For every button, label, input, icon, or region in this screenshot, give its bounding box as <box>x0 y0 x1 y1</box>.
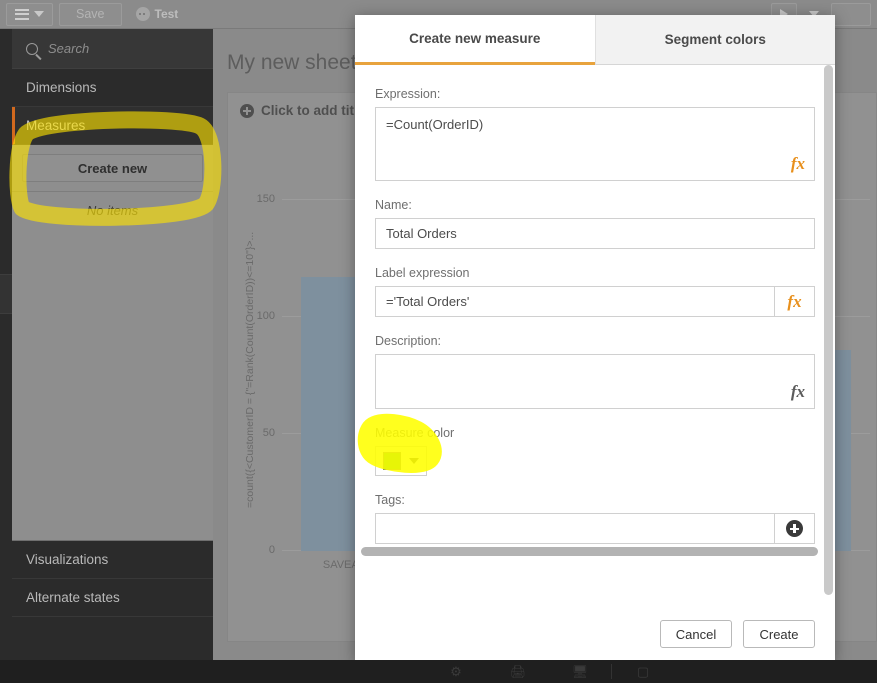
sidebar-item-visualizations[interactable]: Visualizations <box>12 541 213 579</box>
empty-list-message: No items <box>12 192 213 228</box>
printer-icon[interactable]: 🖨 <box>487 660 549 683</box>
expression-label: Expression: <box>375 87 441 101</box>
chart-title[interactable]: Click to add title <box>240 103 365 118</box>
main-menu-button[interactable] <box>6 2 53 26</box>
add-tag-button[interactable] <box>774 514 814 543</box>
chart-x-tick-label: SAVEA <box>322 559 359 571</box>
create-new-button[interactable]: Create new <box>22 154 203 182</box>
fx-icon[interactable]: fx <box>791 382 805 402</box>
page-title: My new sheet <box>227 51 357 74</box>
create-new-wrap: Create new <box>12 145 213 192</box>
tab-segment-colors[interactable]: Segment colors <box>594 15 835 65</box>
os-taskbar: ⚙ 🖨 🖥 ▢ <box>0 660 877 683</box>
expression-input[interactable]: =Count(OrderID) fx <box>375 107 815 181</box>
plus-circle-icon <box>240 103 254 118</box>
label-expression-row: ='Total Orders' fx <box>375 286 815 317</box>
dialog-footer: Cancel Create <box>355 611 835 663</box>
sidebar-item-label: Visualizations <box>26 552 109 567</box>
tags-row <box>375 513 815 544</box>
plus-circle-icon <box>786 520 803 537</box>
sidebar-item-label: Alternate states <box>26 590 120 605</box>
chevron-down-icon <box>409 458 419 464</box>
measures-list <box>12 228 213 541</box>
hamburger-icon <box>15 8 29 20</box>
label-expression-label: Label expression <box>375 266 470 280</box>
chart-y-tick-label: 50 <box>262 426 275 439</box>
rail-tab-label: s <box>0 290 1 295</box>
extra-toolbar-button[interactable] <box>831 2 871 26</box>
expression-value: =Count(OrderID) <box>386 117 484 132</box>
description-input[interactable]: fx <box>375 354 815 409</box>
label-expression-input[interactable]: ='Total Orders' <box>376 287 774 316</box>
tags-input[interactable] <box>376 514 774 543</box>
left-rail: s <box>0 29 12 660</box>
tab-create-new-measure[interactable]: Create new measure <box>355 15 595 65</box>
search-icon <box>26 42 38 55</box>
window-icon[interactable]: ▢ <box>612 660 674 683</box>
description-value <box>376 355 814 373</box>
description-label: Description: <box>375 334 441 348</box>
search-placeholder: Search <box>48 41 90 56</box>
save-button[interactable]: Save <box>59 2 122 26</box>
name-field-group: Name: Total Orders <box>375 198 815 249</box>
chart-y-tick-label: 150 <box>256 192 275 205</box>
dialog-tabs: Create new measure Segment colors <box>355 15 835 65</box>
name-input[interactable]: Total Orders <box>375 218 815 249</box>
chart-title-label: Click to add title <box>261 103 366 118</box>
description-field-group: Description: fx <box>375 334 815 409</box>
fx-icon[interactable]: fx <box>791 154 805 174</box>
screen: Save Test s <box>0 0 877 683</box>
create-new-measure-dialog: Create new measure Segment colors Expres… <box>355 15 835 663</box>
sidebar-item-label: Measures <box>26 118 86 133</box>
chart-y-tick-label: 100 <box>256 309 275 322</box>
color-swatch <box>383 452 401 470</box>
tags-field-group: Tags: <box>375 493 815 544</box>
tags-label: Tags: <box>375 493 405 507</box>
dialog-body: Expression: =Count(OrderID) fx Name: Tot… <box>355 65 835 611</box>
dialog-vertical-scrollbar[interactable] <box>824 65 833 595</box>
sense-dots-icon <box>135 7 150 21</box>
measure-color-picker[interactable] <box>375 446 427 476</box>
chart-y-axis-label: =count({<CustomerID = {"=Rank(Count(Orde… <box>244 231 256 508</box>
chevron-down-icon <box>34 11 44 17</box>
search-input[interactable]: Search <box>12 29 213 69</box>
sidebar-item-label: Dimensions <box>26 80 97 95</box>
dialog-horizontal-scrollbar[interactable] <box>361 547 818 556</box>
cancel-button[interactable]: Cancel <box>660 620 732 648</box>
test-label: Test <box>154 7 179 21</box>
measure-color-label: Measure color <box>375 426 455 440</box>
fx-icon[interactable]: fx <box>774 287 814 316</box>
measure-color-field-group: Measure color <box>375 426 815 476</box>
name-label: Name: <box>375 198 412 212</box>
chart-y-tick-label: 0 <box>268 544 275 556</box>
assets-sidebar: Search Dimensions Measures Create new No… <box>12 29 213 660</box>
rail-collapsed-tab[interactable]: s <box>0 274 12 314</box>
sidebar-item-dimensions[interactable]: Dimensions <box>12 69 213 107</box>
create-button[interactable]: Create <box>743 620 815 648</box>
sidebar-item-alternate-states[interactable]: Alternate states <box>12 579 213 617</box>
sidebar-item-measures[interactable]: Measures <box>12 107 213 145</box>
sidebar-bottom-group: Visualizations Alternate states <box>12 541 213 617</box>
label-expression-field-group: Label expression ='Total Orders' fx <box>375 266 815 317</box>
display-icon[interactable]: 🖥 <box>549 660 611 683</box>
test-app-button[interactable]: Test <box>128 3 187 26</box>
expression-field-group: Expression: =Count(OrderID) fx <box>375 87 815 181</box>
network-icon[interactable]: ⚙ <box>425 660 487 683</box>
